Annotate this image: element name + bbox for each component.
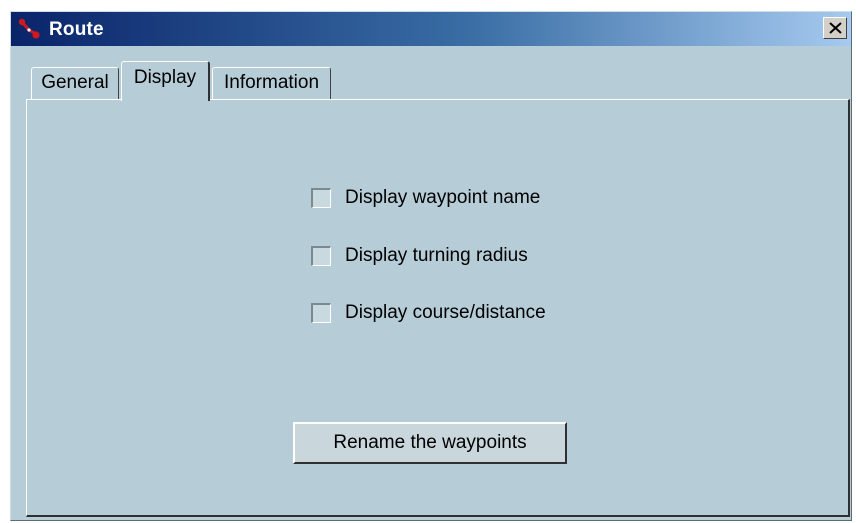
display-course-distance-checkbox[interactable] (311, 303, 331, 323)
close-button[interactable] (823, 17, 847, 39)
display-turning-radius-checkbox[interactable] (311, 246, 331, 266)
display-waypoint-name-label: Display waypoint name (345, 187, 541, 208)
route-dialog: Route General Display Information Displa… (10, 11, 852, 521)
tab-display[interactable]: Display (121, 61, 210, 101)
rename-waypoints-button[interactable]: Rename the waypoints (293, 422, 567, 464)
tab-information[interactable]: Information (212, 67, 331, 99)
display-turning-radius-label: Display turning radius (345, 245, 528, 266)
display-waypoint-name-checkbox[interactable] (311, 188, 331, 208)
close-icon (829, 22, 842, 34)
tab-general[interactable]: General (31, 67, 119, 99)
display-course-distance-label: Display course/distance (345, 302, 546, 323)
window-title: Route (49, 19, 104, 40)
display-tab-panel: Display waypoint name Display turning ra… (26, 99, 850, 517)
route-icon (18, 18, 40, 39)
title-bar[interactable]: Route (11, 12, 851, 46)
